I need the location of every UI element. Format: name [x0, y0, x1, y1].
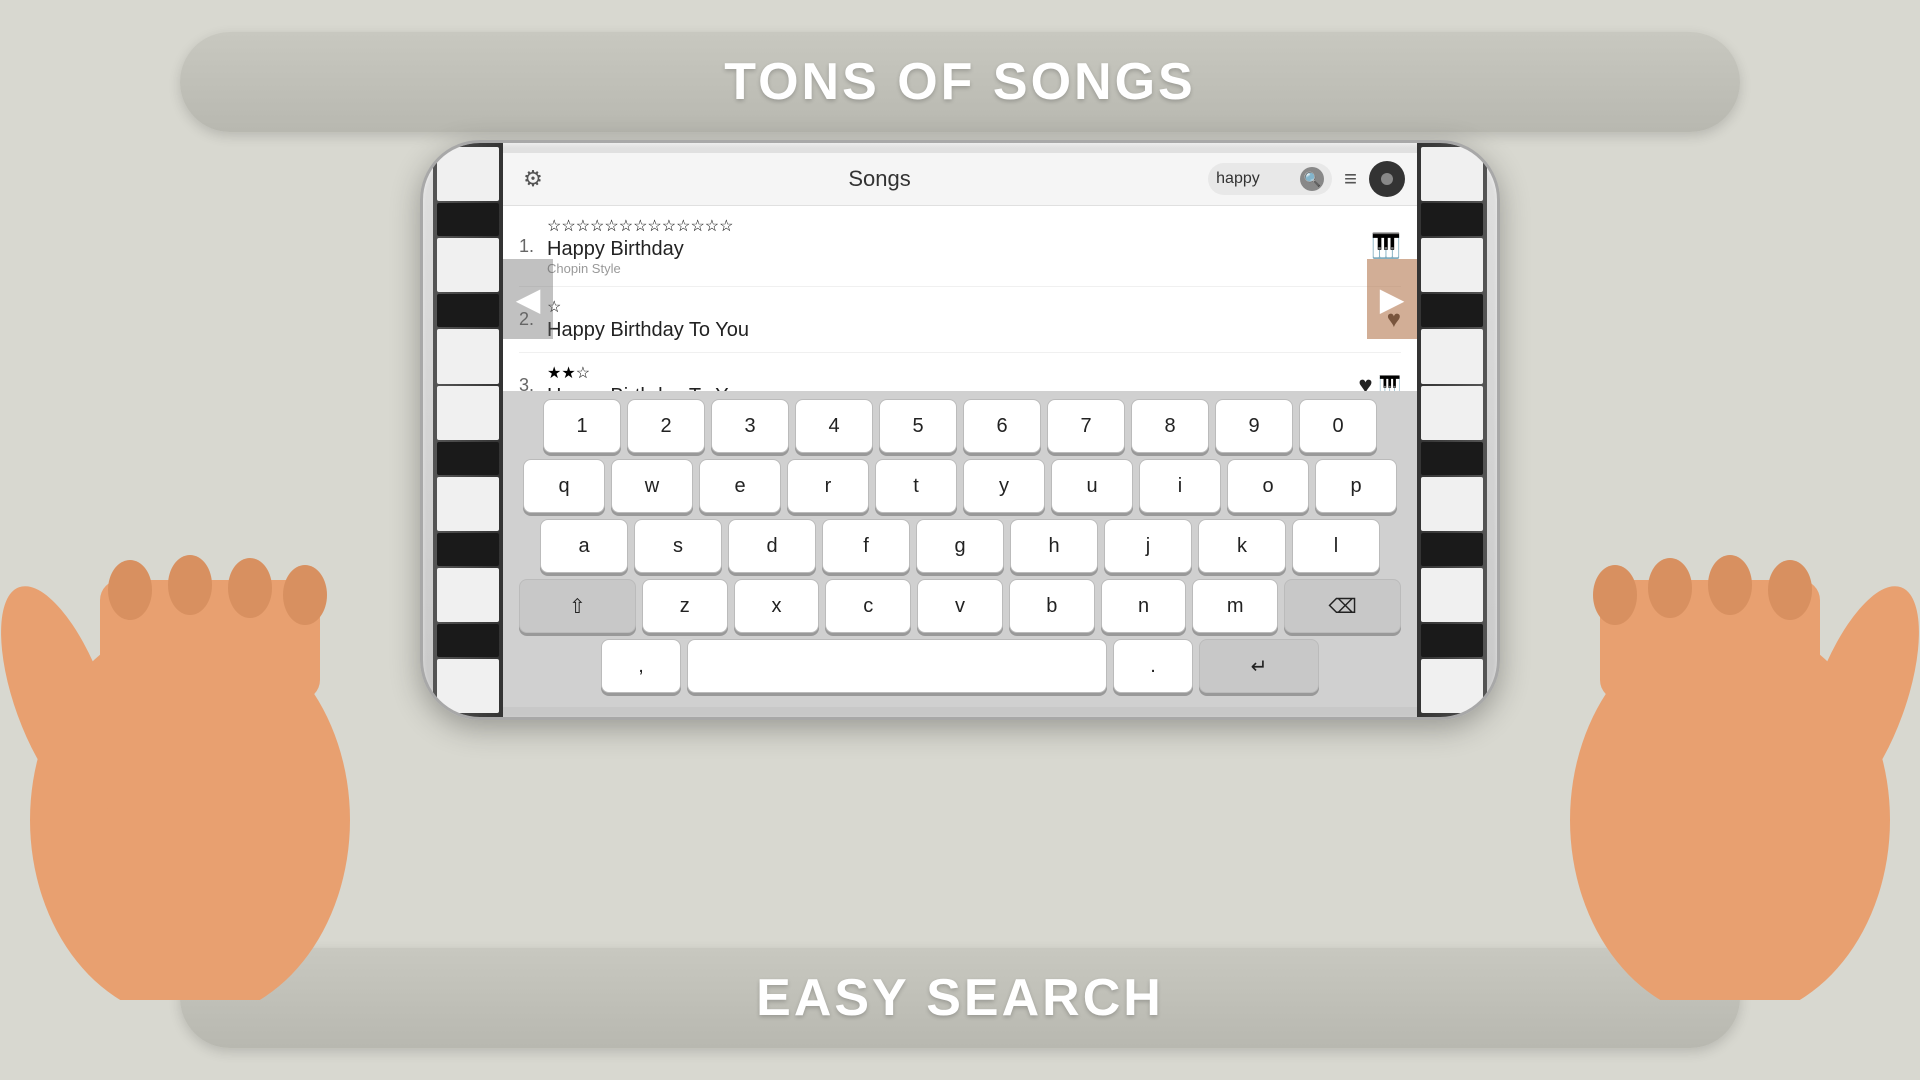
song-number-1: 1. [519, 236, 547, 257]
song-info-3: ★★☆ Happy Birthday To You [547, 363, 1358, 391]
key-4[interactable]: 4 [795, 399, 873, 453]
key-h[interactable]: h [1010, 519, 1098, 573]
keyboard: 1 2 3 4 5 6 7 8 9 0 q w e r t y u i [503, 391, 1417, 707]
key-c[interactable]: c [825, 579, 911, 633]
key-9[interactable]: 9 [1215, 399, 1293, 453]
key-t[interactable]: t [875, 459, 957, 513]
song-title-2: Happy Birthday To You [547, 319, 1387, 342]
key-e[interactable]: e [699, 459, 781, 513]
settings-icon[interactable]: ⚙ [515, 161, 551, 197]
left-hand [0, 400, 380, 1000]
song-title-3: Happy Birthday To You [547, 385, 1358, 391]
key-b[interactable]: b [1009, 579, 1095, 633]
key-y[interactable]: y [963, 459, 1045, 513]
song-number-3: 3. [519, 375, 547, 391]
key-s[interactable]: s [634, 519, 722, 573]
key-w[interactable]: w [611, 459, 693, 513]
bottom-banner: EASY SEARCH [180, 948, 1740, 1048]
key-n[interactable]: n [1101, 579, 1187, 633]
key-space[interactable] [687, 639, 1107, 693]
song-subtitle-1: Chopin Style [547, 261, 1371, 276]
song-stars-1: ☆☆☆☆☆☆☆☆☆☆☆☆☆ [547, 216, 1371, 236]
key-f[interactable]: f [822, 519, 910, 573]
piano-keys-right [1417, 143, 1487, 717]
key-shift[interactable]: ⇧ [519, 579, 636, 633]
key-q[interactable]: q [523, 459, 605, 513]
nav-arrow-right[interactable]: ▶ [1367, 259, 1417, 339]
key-l[interactable]: l [1292, 519, 1380, 573]
key-g[interactable]: g [916, 519, 1004, 573]
key-2[interactable]: 2 [627, 399, 705, 453]
song-title-1: Happy Birthday [547, 238, 1371, 261]
keyboard-row-asdf: a s d f g h j k l [519, 519, 1401, 573]
key-7[interactable]: 7 [1047, 399, 1125, 453]
disc-center [1381, 173, 1393, 185]
key-v[interactable]: v [917, 579, 1003, 633]
key-k[interactable]: k [1198, 519, 1286, 573]
top-banner-text: TONS OF SONGS [724, 52, 1195, 112]
keyboard-row-numbers: 1 2 3 4 5 6 7 8 9 0 [519, 399, 1401, 453]
key-period[interactable]: . [1113, 639, 1193, 693]
key-return[interactable]: ↵ [1199, 639, 1319, 693]
song-icons-3: ♥ 🎹 [1358, 372, 1401, 392]
disc-icon[interactable] [1369, 161, 1405, 197]
song-info-2: ☆ Happy Birthday To You [547, 297, 1387, 342]
phone-screen: ⚙ Songs happy 🔍 ≡ ◀ ▶ 1. ☆☆☆☆☆☆☆☆☆☆☆☆ [503, 153, 1417, 707]
key-backspace[interactable]: ⌫ [1284, 579, 1401, 633]
piano-icon-3[interactable]: 🎹 [1379, 375, 1401, 391]
menu-icon[interactable]: ≡ [1344, 166, 1357, 192]
right-hand [1540, 400, 1920, 1000]
song-icons-1: 🎹 [1371, 232, 1401, 261]
top-banner: TONS OF SONGS [180, 32, 1740, 132]
heart-icon-1[interactable]: 🎹 [1371, 232, 1401, 261]
key-a[interactable]: a [540, 519, 628, 573]
app-title: Songs [559, 166, 1200, 192]
key-m[interactable]: m [1192, 579, 1278, 633]
bottom-banner-text: EASY SEARCH [756, 968, 1164, 1028]
song-item-2[interactable]: 2. ☆ Happy Birthday To You ♥ [519, 287, 1401, 353]
key-6[interactable]: 6 [963, 399, 1041, 453]
song-stars-3: ★★☆ [547, 363, 1358, 383]
app-header: ⚙ Songs happy 🔍 ≡ [503, 153, 1417, 206]
search-input[interactable]: happy [1216, 170, 1296, 188]
key-comma[interactable]: , [601, 639, 681, 693]
song-info-1: ☆☆☆☆☆☆☆☆☆☆☆☆☆ Happy Birthday Chopin Styl… [547, 216, 1371, 276]
key-x[interactable]: x [734, 579, 820, 633]
key-u[interactable]: u [1051, 459, 1133, 513]
key-5[interactable]: 5 [879, 399, 957, 453]
key-o[interactable]: o [1227, 459, 1309, 513]
search-area[interactable]: happy 🔍 [1208, 163, 1332, 195]
search-button[interactable]: 🔍 [1300, 167, 1324, 191]
key-z[interactable]: z [642, 579, 728, 633]
song-item-1[interactable]: 1. ☆☆☆☆☆☆☆☆☆☆☆☆☆ Happy Birthday Chopin S… [519, 206, 1401, 287]
phone-frame: ⚙ Songs happy 🔍 ≡ ◀ ▶ 1. ☆☆☆☆☆☆☆☆☆☆☆☆ [420, 140, 1500, 720]
keyboard-row-zxcv: ⇧ z x c v b n m ⌫ [519, 579, 1401, 633]
key-p[interactable]: p [1315, 459, 1397, 513]
song-stars-2: ☆ [547, 297, 1387, 317]
keyboard-row-qwerty: q w e r t y u i o p [519, 459, 1401, 513]
key-i[interactable]: i [1139, 459, 1221, 513]
key-d[interactable]: d [728, 519, 816, 573]
heart-icon-3[interactable]: ♥ [1358, 372, 1372, 392]
song-list: ◀ ▶ 1. ☆☆☆☆☆☆☆☆☆☆☆☆☆ Happy Birthday Chop… [503, 206, 1417, 391]
piano-keys-left [433, 143, 503, 717]
key-3[interactable]: 3 [711, 399, 789, 453]
key-r[interactable]: r [787, 459, 869, 513]
nav-arrow-left[interactable]: ◀ [503, 259, 553, 339]
key-0[interactable]: 0 [1299, 399, 1377, 453]
key-1[interactable]: 1 [543, 399, 621, 453]
key-j[interactable]: j [1104, 519, 1192, 573]
key-8[interactable]: 8 [1131, 399, 1209, 453]
song-item-3[interactable]: 3. ★★☆ Happy Birthday To You ♥ 🎹 [519, 353, 1401, 391]
keyboard-row-space: , . ↵ [519, 639, 1401, 693]
